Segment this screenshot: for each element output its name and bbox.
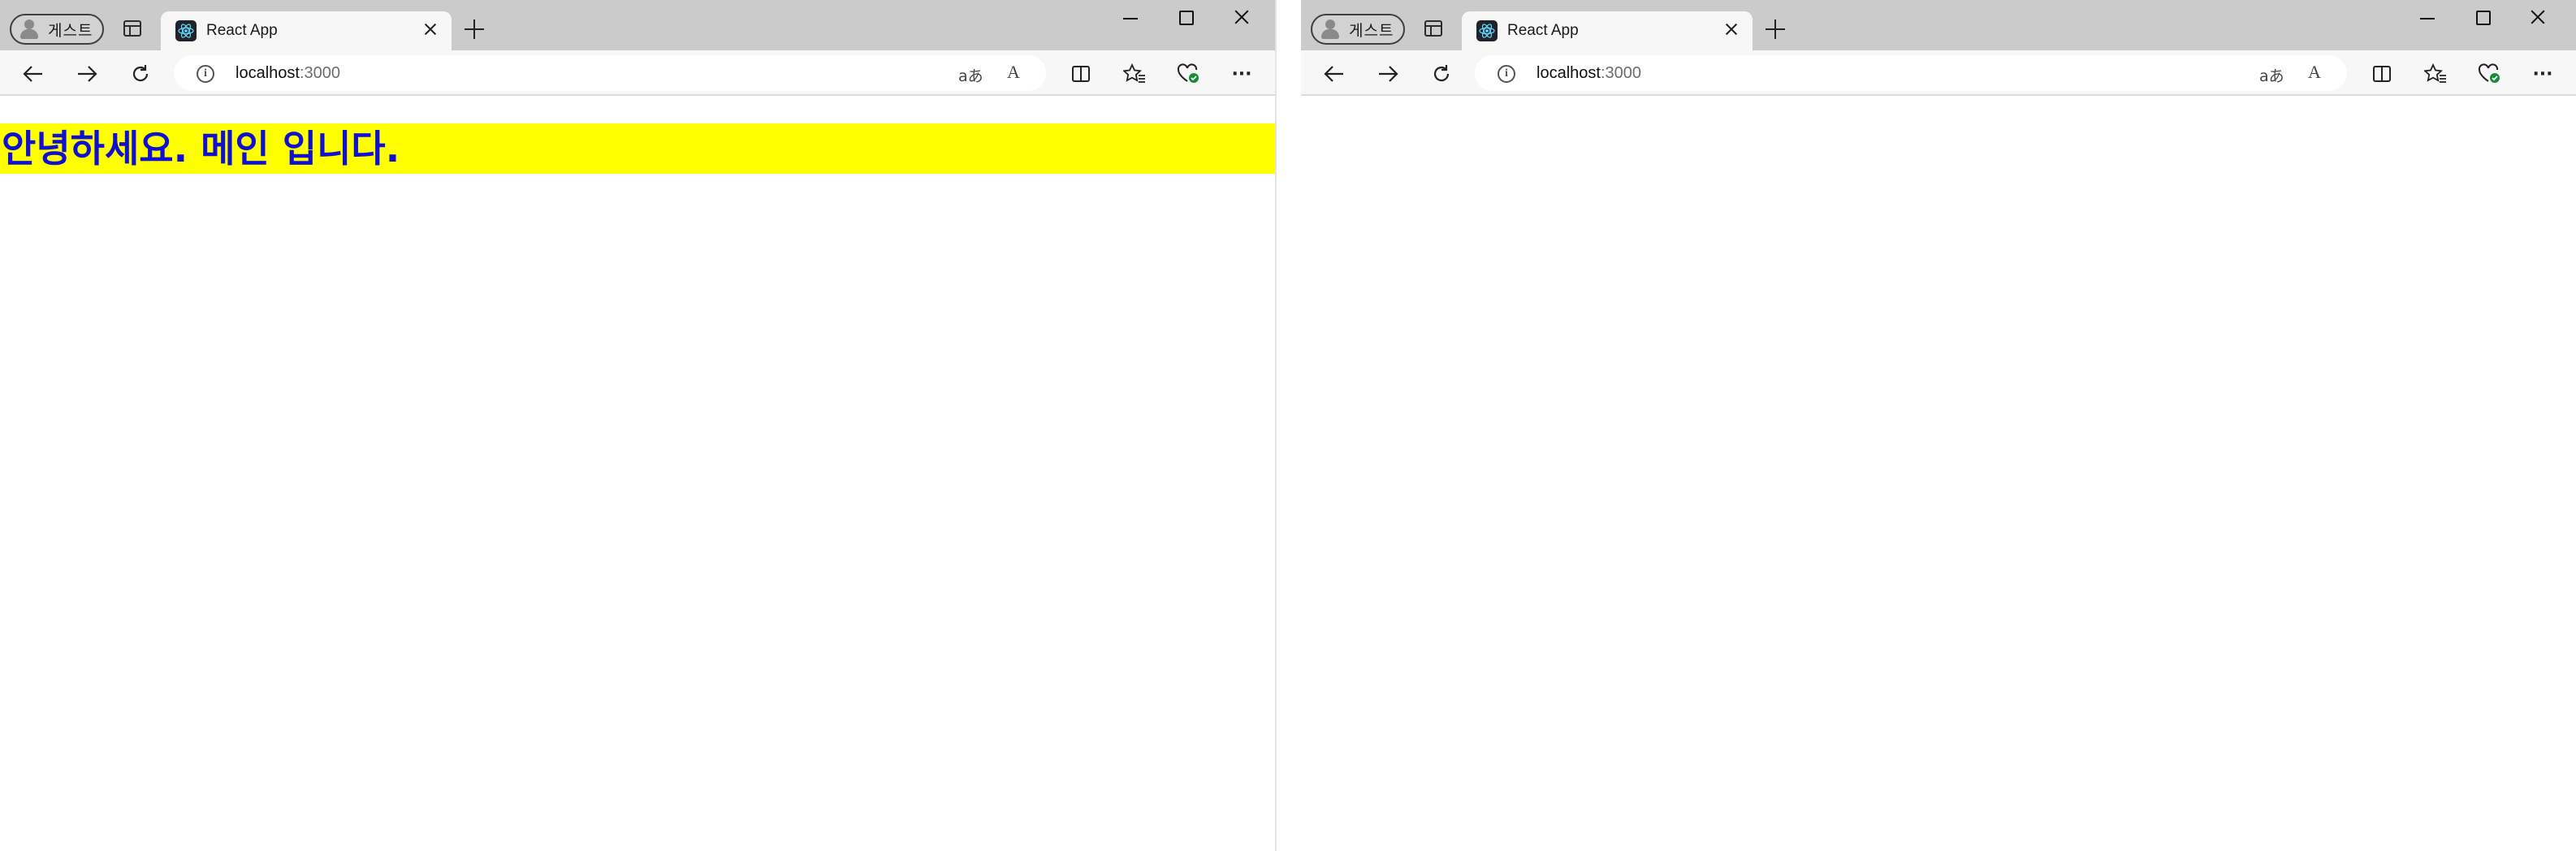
tab-react-app[interactable]: React App (1462, 11, 1753, 50)
refresh-icon[interactable] (1429, 62, 1454, 86)
site-info-icon[interactable]: i (197, 65, 214, 83)
maximize-icon[interactable] (2474, 8, 2492, 26)
translate-icon[interactable]: aあ (2259, 64, 2284, 86)
address-url: localhost:3000 (236, 64, 340, 82)
react-favicon-icon (175, 20, 197, 41)
browser-essentials-icon[interactable] (2477, 62, 2501, 86)
main-heading-bar: 안녕하세요. 메인 입니다. (0, 123, 1275, 174)
react-favicon-icon (1476, 20, 1498, 41)
tab-title: React App (206, 22, 278, 39)
minimize-icon[interactable] (2418, 8, 2436, 26)
guest-avatar-icon (19, 19, 40, 40)
new-tab-icon[interactable] (465, 19, 484, 39)
navigation-toolbar: i localhost:3000 aあ A ··· (1301, 50, 2576, 96)
address-bar[interactable]: i localhost:3000 aあ A (174, 55, 1046, 91)
new-tab-icon[interactable] (1766, 19, 1785, 39)
translate-icon[interactable]: aあ (958, 64, 983, 86)
profile-label: 게스트 (1349, 21, 1394, 40)
back-arrow-icon[interactable] (1322, 62, 1346, 86)
address-bar[interactable]: i localhost:3000 aあ A (1475, 55, 2347, 91)
browser-essentials-icon[interactable] (1176, 62, 1200, 86)
close-window-icon[interactable] (1233, 8, 1251, 26)
navigation-toolbar: i localhost:3000 aあ A ··· (0, 50, 1275, 96)
close-window-icon[interactable] (2529, 8, 2547, 26)
profile-label: 게스트 (48, 21, 93, 40)
tab-close-icon[interactable] (1722, 19, 1741, 39)
split-screen-icon[interactable] (2370, 62, 2394, 86)
tab-close-icon[interactable] (421, 19, 440, 39)
favorites-icon[interactable] (2423, 62, 2448, 86)
read-aloud-icon[interactable]: A (2308, 62, 2321, 83)
tab-react-app[interactable]: React App (161, 11, 452, 50)
forward-arrow-icon[interactable] (1376, 62, 1400, 86)
page-content-blank (1301, 97, 2576, 851)
tab-title: React App (1507, 22, 1579, 39)
title-bar: 게스트 React App (0, 0, 1275, 50)
tab-actions-icon[interactable] (123, 20, 141, 37)
minimize-icon[interactable] (1122, 8, 1139, 26)
read-aloud-icon[interactable]: A (1007, 62, 1020, 83)
refresh-icon[interactable] (128, 62, 153, 86)
profile-button[interactable]: 게스트 (10, 14, 104, 45)
tab-actions-icon[interactable] (1424, 20, 1442, 37)
split-screen-icon[interactable] (1069, 62, 1093, 86)
guest-avatar-icon (1320, 19, 1341, 40)
more-options-icon[interactable]: ··· (1230, 62, 1254, 86)
address-url: localhost:3000 (1537, 64, 1641, 82)
favorites-icon[interactable] (1122, 62, 1147, 86)
site-info-icon[interactable]: i (1498, 65, 1515, 83)
back-arrow-icon[interactable] (21, 62, 45, 86)
forward-arrow-icon[interactable] (75, 62, 99, 86)
more-options-icon[interactable]: ··· (2531, 62, 2555, 86)
browser-window-right: 게스트 React App i localhost:3000 aあ A ··· (1301, 0, 2576, 851)
title-bar: 게스트 React App (1301, 0, 2576, 50)
page-heading: 안녕하세요. 메인 입니다. (2, 127, 400, 171)
profile-button[interactable]: 게스트 (1311, 14, 1405, 45)
browser-window-left: 게스트 React App i localhost:3000 aあ A ··· … (0, 0, 1277, 851)
maximize-icon[interactable] (1177, 8, 1195, 26)
